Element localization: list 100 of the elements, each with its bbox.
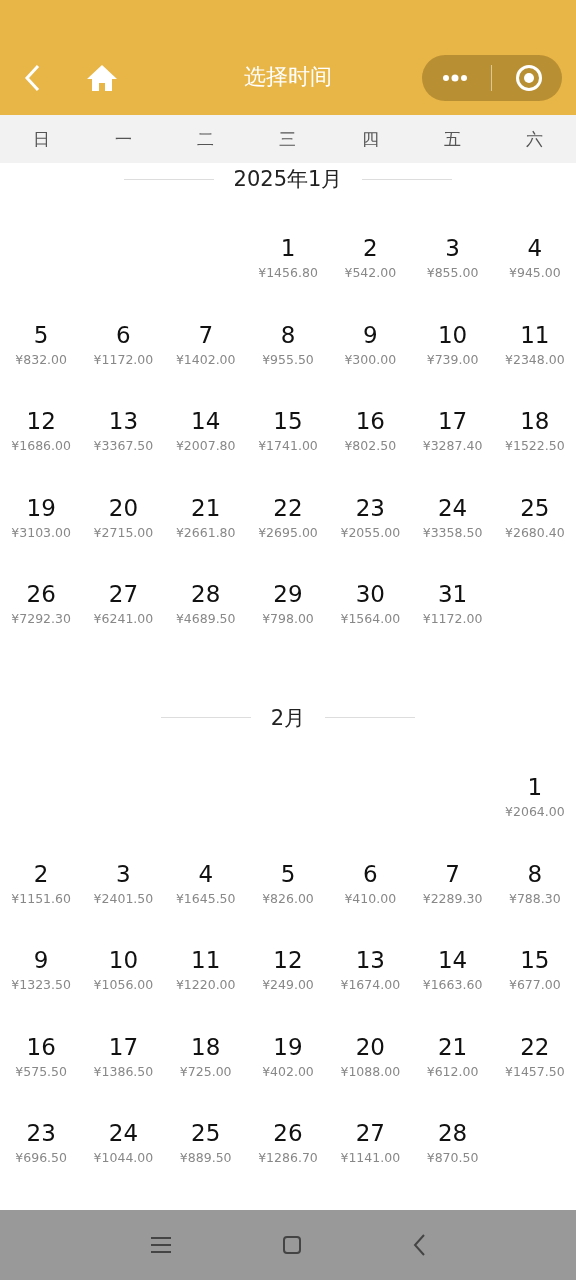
day-price: ¥402.00 <box>262 1063 314 1079</box>
capsule-menu[interactable] <box>422 54 562 101</box>
day-number[interactable]: 23 <box>355 492 385 523</box>
day-number[interactable]: 5 <box>33 319 49 350</box>
day-number[interactable]: 29 <box>273 579 303 610</box>
day-number[interactable]: 22 <box>520 1031 550 1062</box>
day-number[interactable]: 5 <box>280 858 296 889</box>
day-number[interactable]: 11 <box>520 319 550 350</box>
day-number[interactable]: 18 <box>520 406 550 437</box>
square-icon[interactable] <box>282 1235 302 1255</box>
day-number[interactable]: 10 <box>437 319 468 350</box>
weekday-label: 一 <box>114 127 132 151</box>
day-number[interactable]: 9 <box>33 945 49 976</box>
day-price: ¥955.50 <box>262 351 314 367</box>
day-number[interactable]: 25 <box>520 492 550 523</box>
day-number[interactable]: 20 <box>108 492 139 523</box>
day-number[interactable]: 14 <box>191 406 221 437</box>
day-price: ¥2695.00 <box>258 524 318 540</box>
day-number[interactable]: 21 <box>191 492 221 523</box>
day-price: ¥2680.40 <box>505 524 565 540</box>
day-number[interactable]: 7 <box>445 858 460 889</box>
day-price: ¥2715.00 <box>93 524 154 540</box>
day-number[interactable]: 19 <box>273 1031 303 1062</box>
day-number[interactable]: 28 <box>191 579 221 610</box>
day-price: ¥575.50 <box>15 1063 67 1079</box>
day-price: ¥3367.50 <box>93 438 154 454</box>
home-icon[interactable] <box>86 63 118 92</box>
day-number[interactable]: 27 <box>355 1118 385 1149</box>
day-number[interactable]: 31 <box>437 579 468 610</box>
day-number[interactable]: 23 <box>26 1118 56 1149</box>
menu-icon[interactable] <box>150 1236 172 1254</box>
more-icon[interactable] <box>441 73 468 82</box>
day-number[interactable]: 1 <box>280 233 296 263</box>
weekday-label: 五 <box>444 127 462 151</box>
day-number[interactable]: 25 <box>191 1118 221 1149</box>
day-price: ¥826.00 <box>262 890 314 906</box>
day-number[interactable]: 21 <box>437 1031 468 1062</box>
day-number[interactable]: 28 <box>437 1118 468 1149</box>
day-number[interactable]: 6 <box>116 319 131 350</box>
day-number[interactable]: 4 <box>198 858 213 889</box>
day-number[interactable]: 17 <box>437 406 468 437</box>
day-number[interactable]: 8 <box>280 319 296 350</box>
day-price: ¥1522.50 <box>505 438 565 454</box>
day-number[interactable]: 17 <box>108 1031 139 1062</box>
day-number[interactable]: 15 <box>520 945 550 976</box>
day-number[interactable]: 20 <box>355 1031 385 1062</box>
day-price: ¥1663.60 <box>422 977 483 993</box>
day-price: ¥1088.00 <box>340 1063 401 1079</box>
day-number[interactable]: 9 <box>362 319 378 350</box>
day-number[interactable]: 22 <box>273 492 303 523</box>
day-number[interactable]: 16 <box>26 1031 56 1062</box>
day-number[interactable]: 24 <box>437 492 468 523</box>
day-number[interactable]: 12 <box>26 406 56 437</box>
day-number[interactable]: 24 <box>108 1118 139 1149</box>
close-target-icon[interactable] <box>514 63 543 92</box>
day-number[interactable]: 7 <box>198 319 213 350</box>
month-title: 2月 <box>270 704 306 732</box>
day-number[interactable]: 10 <box>108 945 139 976</box>
day-price: ¥788.30 <box>508 890 561 906</box>
day-number[interactable]: 19 <box>26 492 56 523</box>
day-number[interactable]: 26 <box>273 1118 303 1149</box>
day-price: ¥1044.00 <box>93 1150 154 1166</box>
day-number[interactable]: 30 <box>355 579 385 610</box>
day-number[interactable]: 8 <box>527 858 543 889</box>
day-price: ¥1402.00 <box>175 351 236 367</box>
day-price: ¥1286.70 <box>258 1150 318 1166</box>
back-icon[interactable] <box>24 63 40 92</box>
day-number[interactable]: 15 <box>273 406 303 437</box>
day-price: ¥1386.50 <box>93 1063 154 1079</box>
day-number[interactable]: 2 <box>33 858 49 889</box>
day-number[interactable]: 14 <box>437 945 468 976</box>
day-number[interactable]: 12 <box>273 945 303 976</box>
day-price: ¥832.00 <box>15 351 67 367</box>
day-price: ¥1674.00 <box>340 977 401 993</box>
day-number[interactable]: 2 <box>362 233 378 263</box>
day-number[interactable]: 26 <box>26 579 56 610</box>
day-price: ¥4689.50 <box>175 611 236 627</box>
day-price: ¥1220.00 <box>175 977 236 993</box>
day-number[interactable]: 13 <box>355 945 385 976</box>
day-price: ¥725.00 <box>179 1063 232 1079</box>
weekday-label: 三 <box>279 127 297 151</box>
day-number[interactable]: 13 <box>108 406 139 437</box>
day-number[interactable]: 27 <box>108 579 139 610</box>
day-number[interactable]: 4 <box>527 233 543 263</box>
day-number[interactable]: 1 <box>527 771 543 802</box>
day-price: ¥2401.50 <box>93 890 154 906</box>
day-number[interactable]: 11 <box>191 945 221 976</box>
day-number[interactable]: 3 <box>116 858 131 889</box>
day-price: ¥2661.80 <box>175 524 236 540</box>
day-price: ¥1456.80 <box>258 265 318 280</box>
day-number[interactable]: 16 <box>355 406 385 437</box>
day-number[interactable]: 6 <box>362 858 378 889</box>
day-price: ¥1056.00 <box>93 977 154 993</box>
weekday-label: 日 <box>32 127 50 151</box>
day-price: ¥1172.00 <box>422 611 483 627</box>
day-number[interactable]: 18 <box>191 1031 221 1062</box>
day-number[interactable]: 3 <box>445 233 460 263</box>
day-price: ¥410.00 <box>344 890 397 906</box>
month-title: 2025年1月 <box>233 166 343 193</box>
day-price: ¥2007.80 <box>175 438 236 454</box>
